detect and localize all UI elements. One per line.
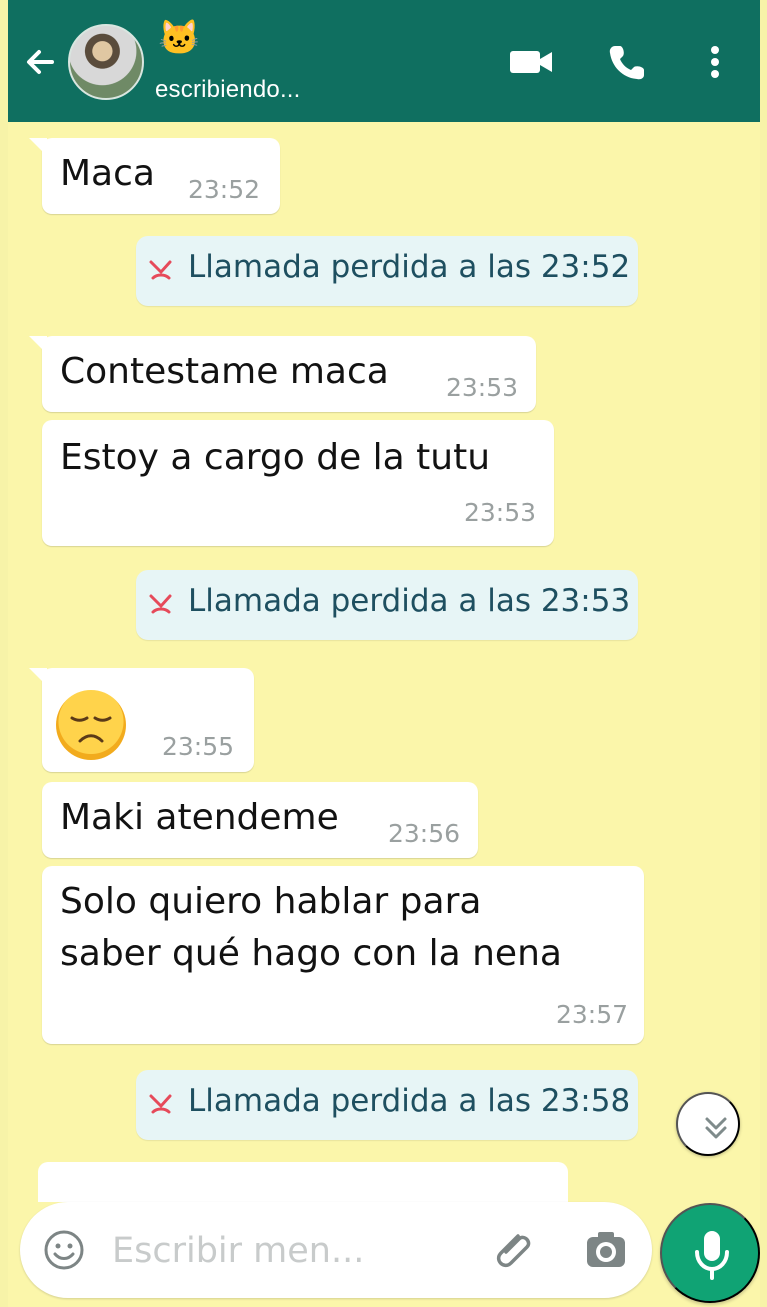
sad-face-emoji <box>56 690 126 760</box>
message-text: Maca <box>60 153 155 194</box>
message-time: 23:55 <box>162 732 235 761</box>
missed-call-icon <box>149 1094 172 1114</box>
missed-call-icon <box>149 594 172 614</box>
contact-avatar[interactable] <box>68 24 144 100</box>
message-text-line: Solo quiero hablar para <box>60 881 482 922</box>
message-input[interactable] <box>110 1226 454 1276</box>
message-bubble[interactable]: Contestame maca 23:53 <box>29 336 536 412</box>
back-arrow-icon[interactable] <box>22 44 58 80</box>
missed-call-notice[interactable]: Llamada perdida a las 23:53 <box>136 570 638 640</box>
contact-name-emoji[interactable]: 🐱 <box>158 18 200 58</box>
message-composer <box>20 1202 652 1298</box>
voice-call-icon[interactable] <box>608 42 654 82</box>
message-bubble[interactable]: Maca 23:52 <box>29 138 280 214</box>
microphone-icon <box>695 1231 729 1280</box>
message-bubble[interactable]: 23:55 <box>29 668 254 772</box>
message-text-line: saber qué hago con la nena <box>60 933 562 974</box>
attachment-icon[interactable] <box>490 1226 538 1274</box>
message-time: 23:57 <box>556 1000 629 1029</box>
message-time: 23:53 <box>464 498 537 527</box>
message-text: Maki atendeme <box>60 797 339 838</box>
partially-visible-message[interactable] <box>38 1162 568 1202</box>
missed-call-label: Llamada perdida a las 23:58 <box>188 1083 631 1119</box>
scroll-down-button[interactable] <box>676 1092 740 1156</box>
message-bubble[interactable]: Estoy a cargo de la tutu 23:53 <box>42 420 554 546</box>
emoji-icon[interactable] <box>42 1228 86 1272</box>
message-text: Estoy a cargo de la tutu <box>60 437 491 478</box>
video-call-icon[interactable] <box>508 42 554 82</box>
camera-icon[interactable] <box>582 1226 630 1274</box>
missed-call-notice[interactable]: Llamada perdida a las 23:58 <box>136 1070 638 1140</box>
more-options-icon[interactable] <box>702 42 728 82</box>
missed-call-icon <box>149 260 172 280</box>
message-time: 23:53 <box>446 373 519 402</box>
missed-call-notice[interactable]: Llamada perdida a las 23:52 <box>136 236 638 306</box>
message-time: 23:56 <box>388 819 461 848</box>
voice-message-button[interactable] <box>660 1203 760 1303</box>
double-chevron-down-icon <box>705 1117 727 1139</box>
message-text: Contestame maca <box>60 351 389 392</box>
message-time: 23:52 <box>188 175 261 204</box>
chat-header: 🐱 escribiendo... <box>8 0 760 122</box>
typing-status: escribiendo... <box>155 76 301 103</box>
missed-call-label: Llamada perdida a las 23:52 <box>188 249 631 285</box>
message-bubble[interactable]: Solo quiero hablar para saber qué hago c… <box>42 866 644 1044</box>
whatsapp-chat-screen: 🐱 escribiendo... Maca 23:52 Llamada perd… <box>8 0 760 1307</box>
message-list[interactable]: Maca 23:52 Llamada perdida a las 23:52 C… <box>8 122 760 1194</box>
emoji-face-icon <box>70 716 112 743</box>
message-bubble[interactable]: Maki atendeme 23:56 <box>42 782 478 858</box>
missed-call-label: Llamada perdida a las 23:53 <box>188 583 631 619</box>
